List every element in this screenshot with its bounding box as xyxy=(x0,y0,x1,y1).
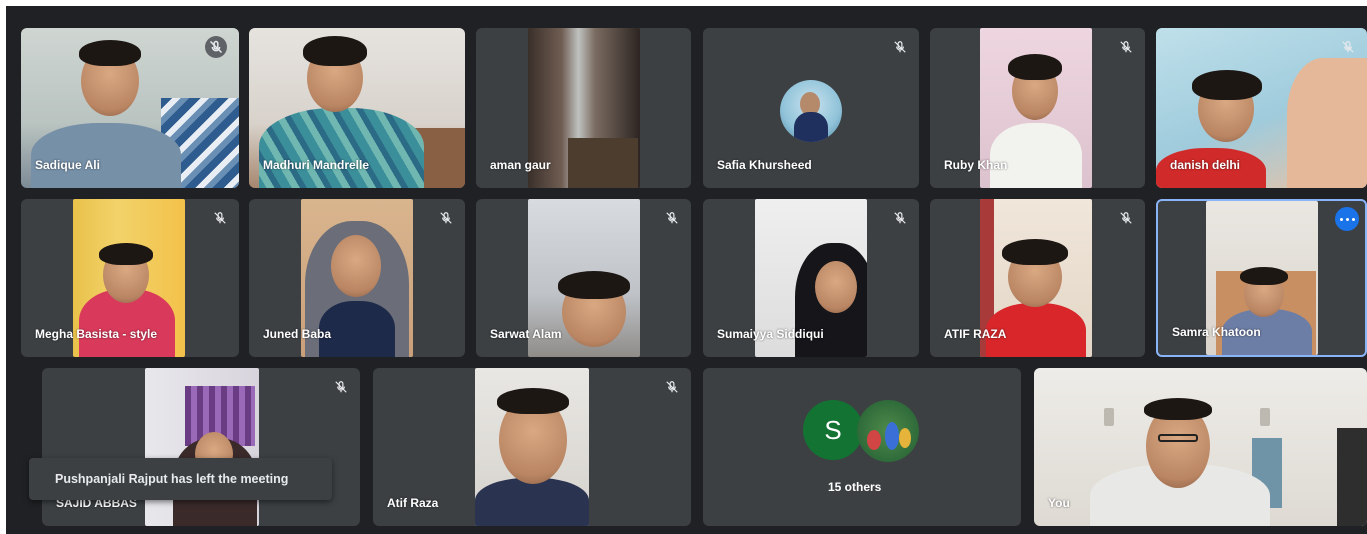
participant-video xyxy=(475,368,589,526)
participant-name: Juned Baba xyxy=(263,327,332,341)
participant-tile[interactable]: Safia Khursheed xyxy=(703,28,919,188)
mic-off-icon xyxy=(205,36,227,58)
self-tile[interactable]: You xyxy=(1034,368,1367,526)
participant-avatar xyxy=(857,400,919,462)
others-count-label: 15 others xyxy=(828,480,882,494)
meeting-grid: Sadique Ali Madhuri Mandrelle aman gaur … xyxy=(6,6,1367,534)
participant-tile[interactable]: Juned Baba xyxy=(249,199,465,357)
mic-off-icon xyxy=(214,212,226,224)
mic-off-icon xyxy=(335,381,347,393)
self-name: You xyxy=(1048,496,1070,510)
mic-off-icon xyxy=(894,41,906,53)
participant-name: danish delhi xyxy=(1170,158,1241,172)
participant-tile[interactable]: danish delhi xyxy=(1156,28,1367,188)
participant-name: Atif Raza xyxy=(387,496,439,510)
mic-off-icon xyxy=(894,212,906,224)
participant-tile[interactable]: Atif Raza xyxy=(373,368,691,526)
mic-off-icon xyxy=(666,381,678,393)
participant-tile[interactable]: SAJID ABBAS xyxy=(42,368,360,526)
participant-name: Ruby Khan xyxy=(944,158,1008,172)
participant-tile[interactable]: aman gaur xyxy=(476,28,691,188)
left-meeting-notification: Pushpanjali Rajput has left the meeting xyxy=(29,458,332,500)
participant-tile[interactable]: Sarwat Alam xyxy=(476,199,691,357)
mic-off-icon xyxy=(1120,41,1132,53)
participant-name: Sadique Ali xyxy=(35,158,100,172)
participant-name: aman gaur xyxy=(490,158,551,172)
self-video xyxy=(1034,368,1367,526)
participant-name: ATIF RAZA xyxy=(944,327,1007,341)
participant-name: Sarwat Alam xyxy=(490,327,562,341)
participant-tile[interactable]: Sadique Ali xyxy=(21,28,239,188)
mic-off-icon xyxy=(440,212,452,224)
participant-tile[interactable]: Megha Basista - style xyxy=(21,199,239,357)
participant-tile[interactable]: ATIF RAZA xyxy=(930,199,1145,357)
participant-avatar-letter: S xyxy=(803,400,863,460)
mic-off-icon xyxy=(1342,41,1354,53)
participant-name: Megha Basista - style xyxy=(35,327,158,341)
mic-off-icon xyxy=(1120,212,1132,224)
participant-name: Safia Khursheed xyxy=(717,158,812,172)
more-options-icon[interactable] xyxy=(1335,207,1359,231)
participant-name: Sumaiyya Siddiqui xyxy=(717,327,824,341)
participant-name: Samra Khatoon xyxy=(1172,325,1261,339)
participant-video xyxy=(145,368,259,526)
participant-name: Madhuri Mandrelle xyxy=(263,158,370,172)
participant-tile[interactable]: Madhuri Mandrelle xyxy=(249,28,465,188)
mic-off-icon xyxy=(666,212,678,224)
participant-avatar xyxy=(780,80,842,142)
participant-tile[interactable]: Ruby Khan xyxy=(930,28,1145,188)
others-tile[interactable]: S 15 others xyxy=(703,368,1021,526)
participant-tile-selected[interactable]: Samra Khatoon xyxy=(1156,199,1367,357)
participant-tile[interactable]: Sumaiyya Siddiqui xyxy=(703,199,919,357)
